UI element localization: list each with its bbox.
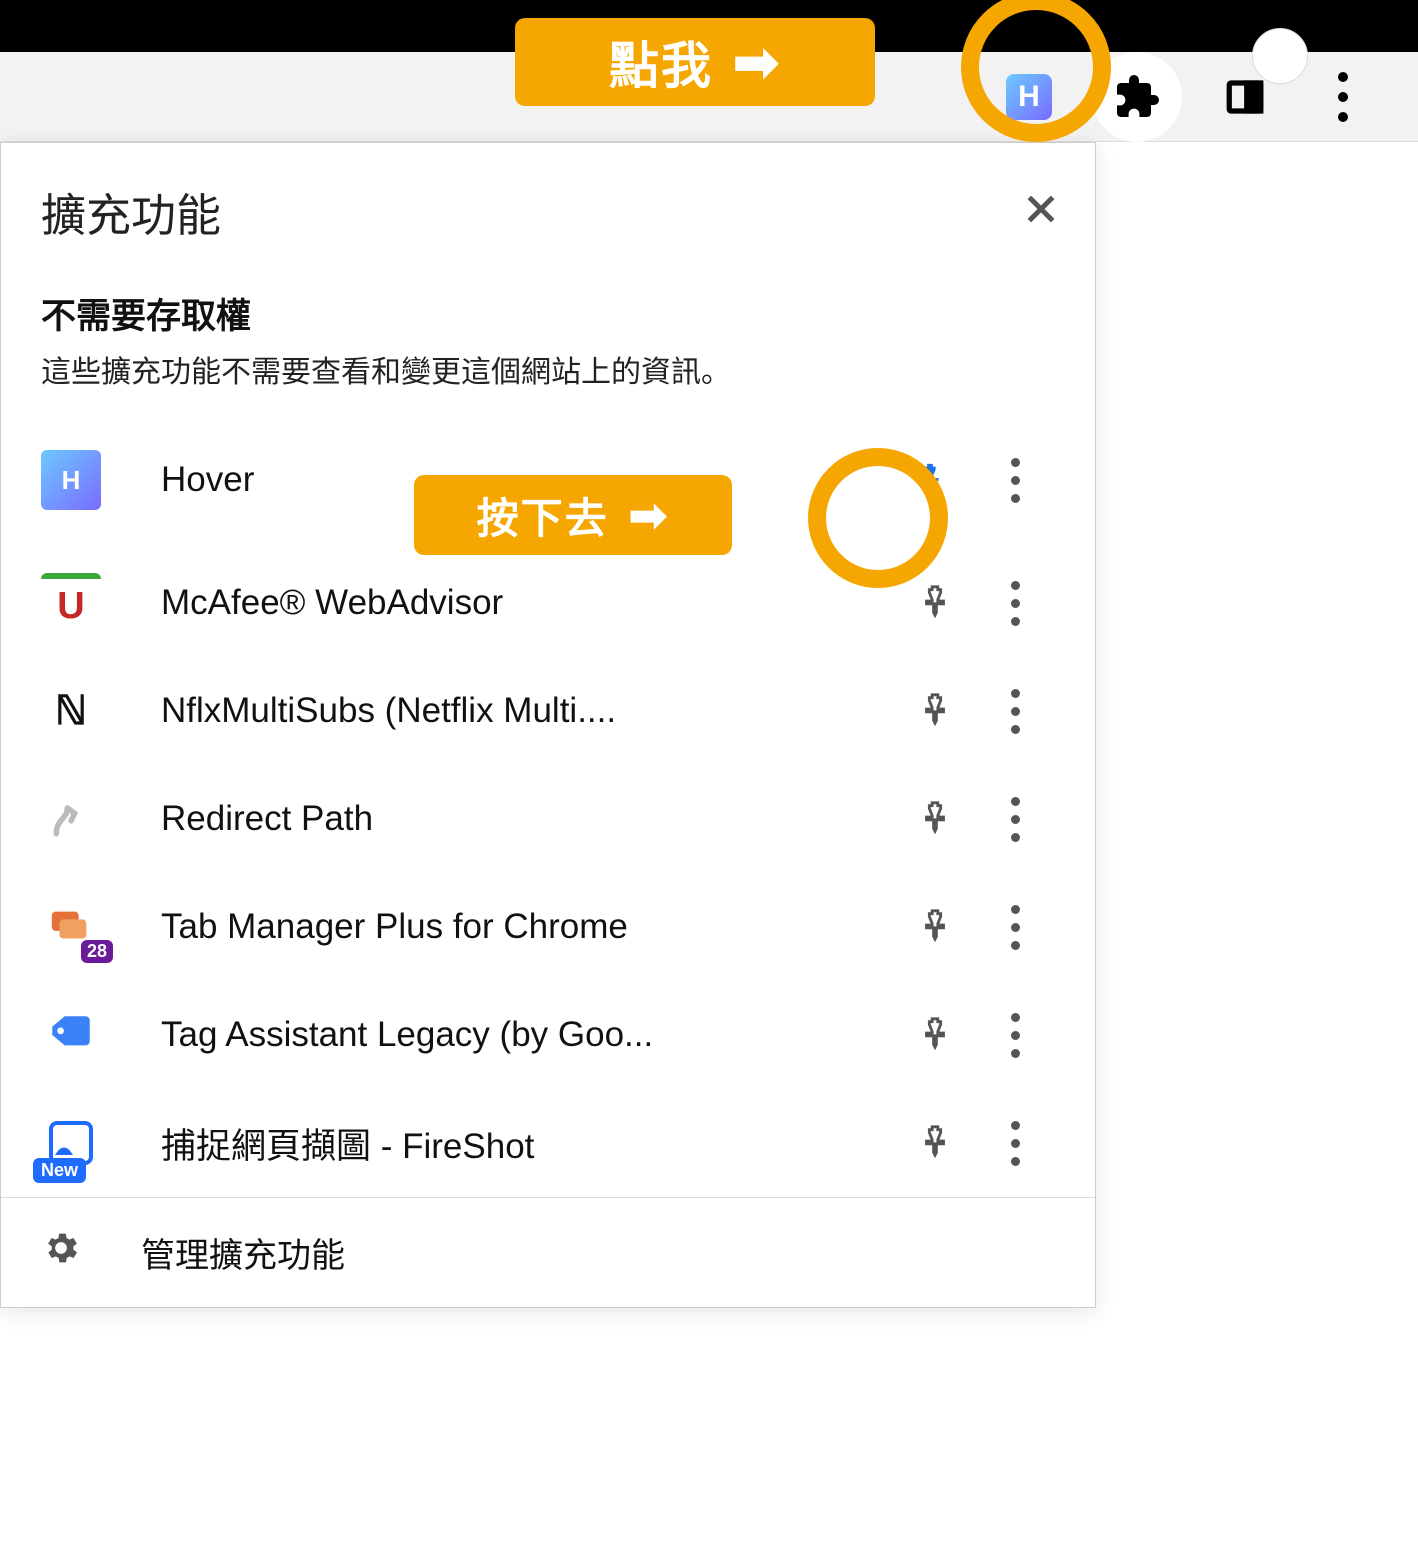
extension-row[interactable]: New 捕捉網頁擷圖 - FireShot <box>1 1089 1095 1197</box>
extensions-popup: 擴充功能 不需要存取權 這些擴充功能不需要查看和變更這個網站上的資訊。 H Ho… <box>0 142 1096 1308</box>
extension-icon-fireshot: New <box>41 1113 101 1173</box>
pin-button[interactable] <box>885 435 975 525</box>
popup-title: 擴充功能 <box>41 179 221 244</box>
vertical-dots-icon <box>1011 905 1020 950</box>
pin-outline-icon <box>918 908 952 947</box>
close-icon <box>1021 189 1061 229</box>
extension-icon-hover: H <box>41 450 101 510</box>
annotation-click-me: 點我 ➡ <box>515 18 875 106</box>
arrow-right-icon: ➡ <box>629 488 670 542</box>
extension-name: NflxMultiSubs (Netflix Multi.... <box>101 691 721 731</box>
profile-avatar[interactable] <box>1252 28 1308 84</box>
badge-new: New <box>33 1158 86 1183</box>
extensions-toolbar-button[interactable] <box>1092 52 1182 142</box>
vertical-dots-icon <box>1338 72 1348 122</box>
pin-outline-icon <box>918 692 952 731</box>
pin-outline-icon <box>918 1016 952 1055</box>
extension-icon-redirect <box>41 789 101 849</box>
hover-icon: H <box>1006 74 1052 120</box>
vertical-dots-icon <box>1011 581 1020 626</box>
popup-close-button[interactable] <box>1021 189 1061 234</box>
panel-icon <box>1224 76 1266 118</box>
browser-menu-button[interactable] <box>1308 62 1378 132</box>
extension-name: 捕捉網頁擷圖 - FireShot <box>101 1118 715 1169</box>
extension-more-button[interactable] <box>975 581 1055 626</box>
puzzle-icon <box>1113 73 1161 121</box>
extension-name: Redirect Path <box>101 799 634 839</box>
extension-more-button[interactable] <box>975 1013 1055 1058</box>
pin-button[interactable] <box>895 800 975 839</box>
arrow-right-icon: ➡ <box>733 30 781 94</box>
pin-button[interactable] <box>895 1124 975 1163</box>
extension-row[interactable]: ℕ NflxMultiSubs (Netflix Multi.... <box>1 657 1095 765</box>
extension-icon-nflx: ℕ <box>41 681 101 741</box>
extension-more-button[interactable] <box>975 458 1055 503</box>
annotation-press-it-2: 按下去 ➡ <box>414 475 732 555</box>
extension-row[interactable]: U McAfee® WebAdvisor <box>1 549 1095 657</box>
extension-row[interactable]: Tag Assistant Legacy (by Goo... <box>1 981 1095 1089</box>
section-heading: 不需要存取權 <box>1 244 1095 347</box>
gear-icon <box>41 1228 81 1277</box>
extension-name: Tab Manager Plus for Chrome <box>101 907 721 947</box>
extension-more-button[interactable] <box>975 905 1055 950</box>
vertical-dots-icon <box>1011 458 1020 503</box>
pin-button[interactable] <box>895 692 975 731</box>
extension-more-button[interactable] <box>975 1121 1055 1166</box>
vertical-dots-icon <box>1011 689 1020 734</box>
extension-icon-tabmgr: 28 <box>41 897 101 957</box>
extension-more-button[interactable] <box>975 797 1055 842</box>
extension-row[interactable]: Redirect Path <box>1 765 1095 873</box>
annotation-click-me-label: 點我 <box>609 26 713 98</box>
extension-name: Tag Assistant Legacy (by Goo... <box>101 1015 721 1055</box>
pin-filled-icon <box>913 461 947 500</box>
extension-name: McAfee® WebAdvisor <box>101 583 699 623</box>
pinned-extension-hover[interactable]: H <box>994 62 1064 132</box>
pin-outline-icon <box>918 584 952 623</box>
section-subtext: 這些擴充功能不需要查看和變更這個網站上的資訊。 <box>1 347 1095 411</box>
pin-button[interactable] <box>895 1016 975 1055</box>
vertical-dots-icon <box>1011 1013 1020 1058</box>
pin-outline-icon <box>918 800 952 839</box>
vertical-dots-icon <box>1011 1121 1020 1166</box>
vertical-dots-icon <box>1011 797 1020 842</box>
pin-button[interactable] <box>895 584 975 623</box>
badge-count: 28 <box>81 940 113 963</box>
extension-icon-mcafee: U <box>41 573 101 633</box>
annotation-press-it-label: 按下去 <box>477 485 609 546</box>
pin-button[interactable] <box>895 908 975 947</box>
pin-outline-icon <box>918 1124 952 1163</box>
extension-more-button[interactable] <box>975 689 1055 734</box>
manage-extensions-button[interactable]: 管理擴充功能 <box>1 1198 1095 1307</box>
extension-row[interactable]: 28 Tab Manager Plus for Chrome <box>1 873 1095 981</box>
manage-extensions-label: 管理擴充功能 <box>141 1228 345 1277</box>
extension-icon-tag <box>41 1005 101 1065</box>
